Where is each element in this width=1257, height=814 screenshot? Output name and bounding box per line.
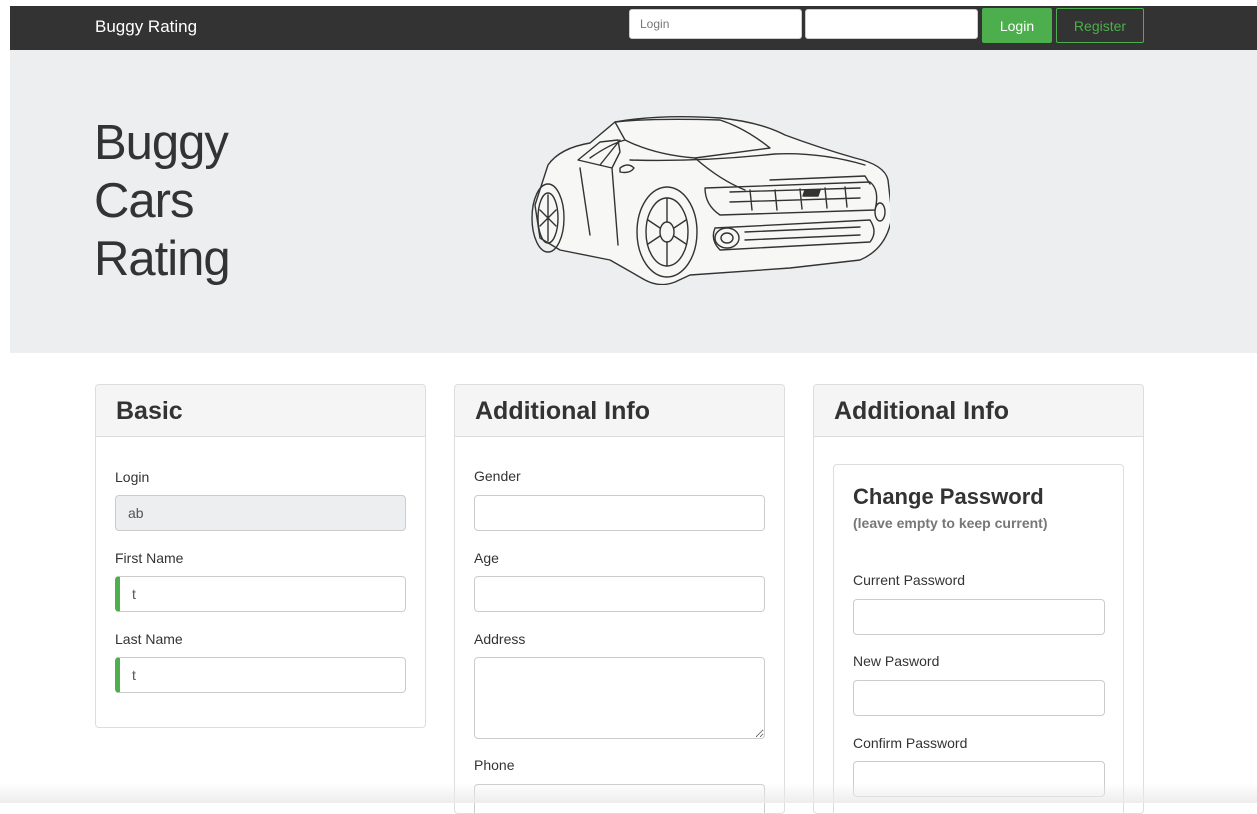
hero-title-line-1: Buggy bbox=[94, 116, 229, 170]
basic-card-title: Basic bbox=[96, 385, 425, 437]
brand-link[interactable]: Buggy Rating bbox=[95, 17, 197, 37]
hero-title-line-3: Rating bbox=[94, 232, 231, 286]
address-label: Address bbox=[474, 631, 526, 647]
gender-label: Gender bbox=[474, 468, 521, 484]
basic-card: Basic Login First Name Last Name bbox=[95, 384, 426, 728]
hero-title-line-2: Cars bbox=[94, 174, 194, 228]
hero-title: Buggy Cars Rating bbox=[94, 114, 231, 288]
additional-info-title: Additional Info bbox=[455, 385, 784, 437]
hero-banner: Buggy Cars Rating bbox=[10, 50, 1257, 353]
phone-label: Phone bbox=[474, 757, 515, 773]
login-button[interactable]: Login bbox=[982, 8, 1052, 43]
change-password-panel: Change Password (leave empty to keep cur… bbox=[833, 464, 1124, 813]
last-name-field[interactable] bbox=[115, 657, 406, 693]
navbar: Buggy Rating Login Register bbox=[10, 6, 1257, 50]
car-illustration bbox=[531, 115, 890, 285]
change-password-title: Change Password bbox=[853, 484, 1044, 509]
additional-info-card: Additional Info Gender Age Address Phone bbox=[454, 384, 785, 814]
password-card: Additional Info Change Password (leave e… bbox=[813, 384, 1144, 814]
confirm-password-label: Confirm Password bbox=[853, 735, 968, 751]
last-name-label: Last Name bbox=[115, 631, 183, 647]
password-card-title: Additional Info bbox=[814, 385, 1143, 437]
register-button[interactable]: Register bbox=[1056, 8, 1144, 43]
age-label: Age bbox=[474, 550, 499, 566]
gender-field[interactable] bbox=[474, 495, 765, 531]
login-field bbox=[115, 495, 406, 531]
current-password-label: Current Password bbox=[853, 572, 966, 588]
new-password-label: New Pasword bbox=[853, 653, 940, 669]
navbar-password-input[interactable] bbox=[805, 9, 978, 39]
new-password-field[interactable] bbox=[853, 680, 1105, 716]
current-password-field[interactable] bbox=[853, 599, 1105, 635]
navbar-login-input[interactable] bbox=[629, 9, 802, 39]
bottom-scroll-fade bbox=[0, 783, 1257, 803]
first-name-label: First Name bbox=[115, 550, 184, 566]
login-label: Login bbox=[115, 469, 150, 485]
age-field[interactable] bbox=[474, 576, 765, 612]
first-name-field[interactable] bbox=[115, 576, 406, 612]
address-field[interactable] bbox=[474, 657, 765, 739]
change-password-hint: (leave empty to keep current) bbox=[853, 515, 1048, 531]
